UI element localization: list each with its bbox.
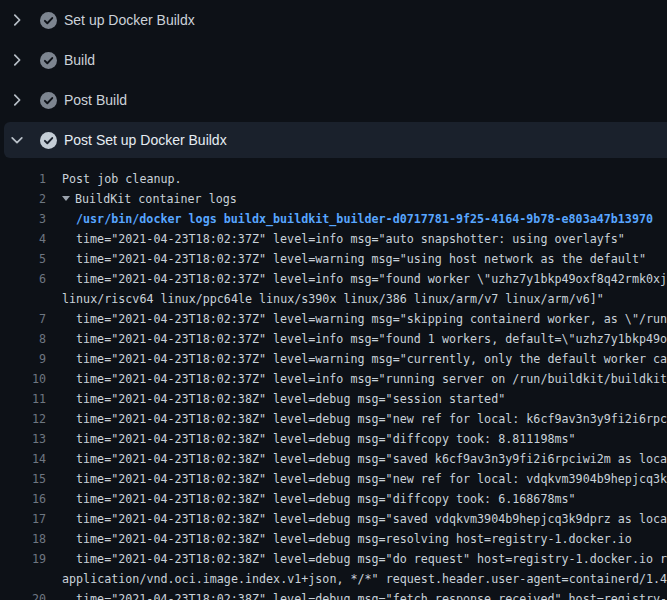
step-label: Post Build <box>64 92 127 108</box>
log-text: time="2021-04-23T18:02:37Z" level=info m… <box>76 369 667 389</box>
log-text: application/vnd.oci.image.index.v1+json,… <box>62 569 667 589</box>
line-number[interactable]: 9 <box>0 349 46 369</box>
step-row-build[interactable]: Build <box>0 40 667 80</box>
line-number[interactable]: 11 <box>0 389 46 409</box>
log-text: time="2021-04-23T18:02:37Z" level=warnin… <box>76 349 667 369</box>
log-line: 3 /usr/bin/docker logs buildx_buildkit_b… <box>0 209 667 229</box>
line-number[interactable]: 10 <box>0 369 46 389</box>
line-number[interactable]: 8 <box>0 329 46 349</box>
line-number[interactable]: 19 <box>0 549 46 569</box>
log-text: time="2021-04-23T18:02:38Z" level=debug … <box>76 489 576 509</box>
line-number[interactable]: 7 <box>0 309 46 329</box>
log-text: time="2021-04-23T18:02:37Z" level=info m… <box>76 329 667 349</box>
check-circle-icon <box>40 132 57 149</box>
log-text: time="2021-04-23T18:02:37Z" level=warnin… <box>76 309 667 329</box>
expanded-step-header[interactable]: Post Set up Docker Buildx <box>4 122 667 158</box>
log-line: 12 time="2021-04-23T18:02:38Z" level=deb… <box>0 409 667 429</box>
log-text: /usr/bin/docker logs buildx_buildkit_bui… <box>76 209 653 229</box>
log-text: time="2021-04-23T18:02:38Z" level=debug … <box>76 529 632 549</box>
log-line: 8 time="2021-04-23T18:02:37Z" level=info… <box>0 329 667 349</box>
collapse-triangle-icon <box>62 196 70 201</box>
step-row-post-build[interactable]: Post Build <box>0 80 667 120</box>
line-number[interactable]: 3 <box>0 209 46 229</box>
chevron-right-icon <box>10 53 24 67</box>
step-label: Set up Docker Buildx <box>64 12 195 28</box>
log-text: time="2021-04-23T18:02:37Z" level=info m… <box>76 229 625 249</box>
log-line: 7 time="2021-04-23T18:02:37Z" level=warn… <box>0 309 667 329</box>
log-view: 1 Post job cleanup. 2 BuildKit container… <box>0 160 667 600</box>
log-line: 4 time="2021-04-23T18:02:37Z" level=info… <box>0 229 667 249</box>
line-number[interactable]: 5 <box>0 249 46 269</box>
log-line: 20 time="2021-04-23T18:02:38Z" level=deb… <box>0 589 667 600</box>
line-number[interactable]: 17 <box>0 509 46 529</box>
line-number[interactable]: 15 <box>0 469 46 489</box>
log-text: time="2021-04-23T18:02:38Z" level=debug … <box>76 589 667 600</box>
log-text: time="2021-04-23T18:02:38Z" level=debug … <box>76 449 667 469</box>
log-text: linux/riscv64 linux/ppc64le linux/s390x … <box>62 289 604 309</box>
log-group-header[interactable]: 2 BuildKit container logs <box>0 189 667 209</box>
line-number[interactable] <box>0 289 46 309</box>
check-circle-icon <box>40 92 57 109</box>
log-text: time="2021-04-23T18:02:38Z" level=debug … <box>76 429 576 449</box>
log-line: 18 time="2021-04-23T18:02:38Z" level=deb… <box>0 529 667 549</box>
step-row-setup-docker-buildx[interactable]: Set up Docker Buildx <box>0 0 667 40</box>
log-line: 11 time="2021-04-23T18:02:38Z" level=deb… <box>0 389 667 409</box>
log-text: time="2021-04-23T18:02:38Z" level=debug … <box>76 409 667 429</box>
log-text: Post job cleanup. <box>62 169 182 189</box>
log-line: 17 time="2021-04-23T18:02:38Z" level=deb… <box>0 509 667 529</box>
line-number[interactable]: 4 <box>0 229 46 249</box>
log-text: time="2021-04-23T18:02:38Z" level=debug … <box>76 469 667 489</box>
log-text: time="2021-04-23T18:02:38Z" level=debug … <box>76 389 505 409</box>
log-line: 19 time="2021-04-23T18:02:38Z" level=deb… <box>0 549 667 569</box>
line-number[interactable]: 20 <box>0 589 46 600</box>
log-line: 1 Post job cleanup. <box>0 169 667 189</box>
line-number[interactable] <box>0 569 46 589</box>
log-line: 9 time="2021-04-23T18:02:37Z" level=warn… <box>0 349 667 369</box>
log-line: 5 time="2021-04-23T18:02:37Z" level=warn… <box>0 249 667 269</box>
log-line: 16 time="2021-04-23T18:02:38Z" level=deb… <box>0 489 667 509</box>
line-number[interactable]: 2 <box>0 189 46 209</box>
step-label: Post Set up Docker Buildx <box>64 132 227 148</box>
log-line: 13 time="2021-04-23T18:02:38Z" level=deb… <box>0 429 667 449</box>
line-number[interactable]: 18 <box>0 529 46 549</box>
log-text: time="2021-04-23T18:02:37Z" level=warnin… <box>76 249 646 269</box>
steps-list: Set up Docker Buildx Build Post Build Po… <box>0 0 667 160</box>
log-line: 10 time="2021-04-23T18:02:37Z" level=inf… <box>0 369 667 389</box>
check-circle-icon <box>40 52 57 69</box>
line-number[interactable]: 1 <box>0 169 46 189</box>
log-line: linux/riscv64 linux/ppc64le linux/s390x … <box>0 289 667 309</box>
log-text: time="2021-04-23T18:02:38Z" level=debug … <box>76 549 667 569</box>
step-row-post-setup-docker-buildx[interactable]: Post Set up Docker Buildx <box>0 120 667 160</box>
log-text: BuildKit container logs <box>62 189 237 209</box>
line-number[interactable]: 13 <box>0 429 46 449</box>
log-line: 15 time="2021-04-23T18:02:38Z" level=deb… <box>0 469 667 489</box>
log-line: 14 time="2021-04-23T18:02:38Z" level=deb… <box>0 449 667 469</box>
step-label: Build <box>64 52 95 68</box>
line-number[interactable]: 12 <box>0 409 46 429</box>
check-circle-icon <box>40 12 57 29</box>
log-line: application/vnd.oci.image.index.v1+json,… <box>0 569 667 589</box>
chevron-right-icon <box>10 13 24 27</box>
line-number[interactable]: 16 <box>0 489 46 509</box>
log-line: 6 time="2021-04-23T18:02:37Z" level=info… <box>0 269 667 289</box>
line-number[interactable]: 6 <box>0 269 46 289</box>
line-number[interactable]: 14 <box>0 449 46 469</box>
log-text: time="2021-04-23T18:02:38Z" level=debug … <box>76 509 667 529</box>
log-text: time="2021-04-23T18:02:37Z" level=info m… <box>76 269 667 289</box>
chevron-right-icon <box>10 93 24 107</box>
chevron-down-icon <box>10 133 24 147</box>
